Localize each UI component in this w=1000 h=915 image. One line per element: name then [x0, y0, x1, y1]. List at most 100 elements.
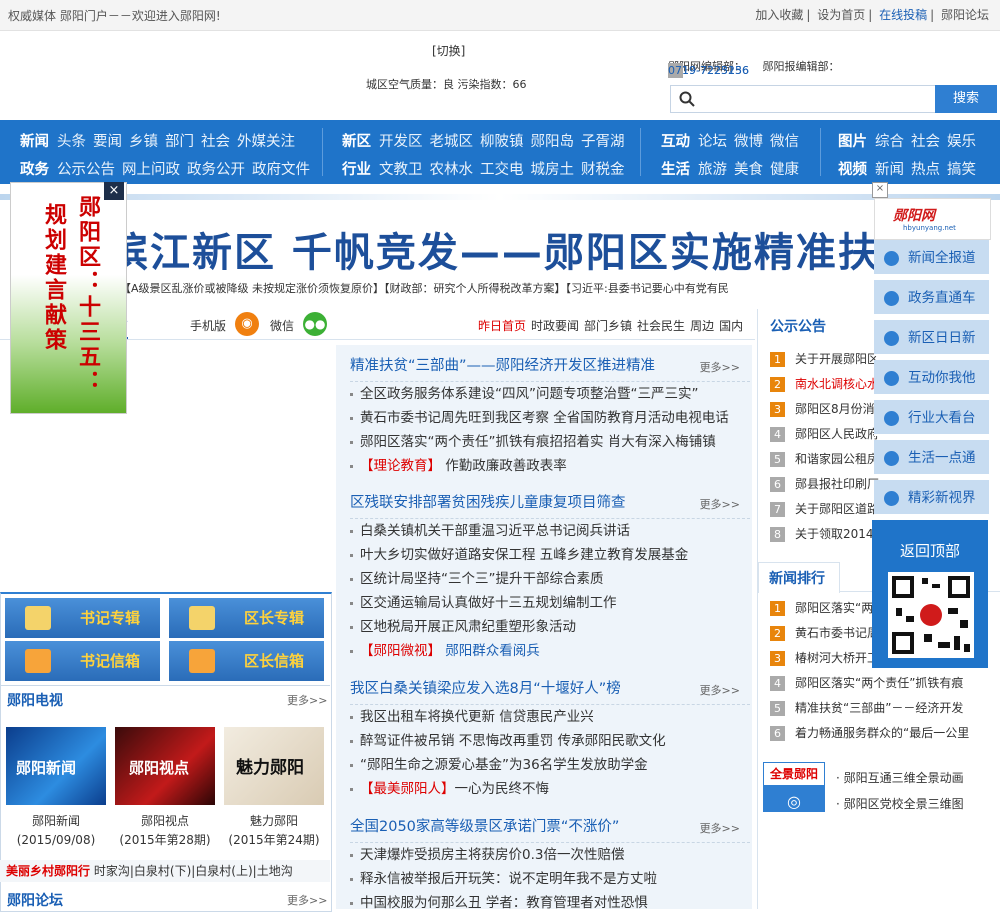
news-item[interactable]: 区统计局坚持“三个三”提升干部综合素质 [350, 567, 750, 591]
notice-item[interactable]: 7 关于郧阳区道路 [770, 497, 880, 522]
forum-link[interactable]: 郧阳论坛 [941, 8, 989, 22]
more-link[interactable]: 更多>> [700, 818, 740, 840]
news-headline[interactable]: 区残联安排部署贫困残疾儿童康复项目筛查 更多>> [350, 492, 750, 519]
nav-item[interactable]: 郧阳岛 [531, 134, 575, 150]
wechat-icon[interactable]: ●● [303, 312, 327, 336]
nav-item[interactable]: 外媒关注 [237, 134, 295, 150]
nav-head-interact[interactable]: 互动 [661, 134, 690, 150]
nav-item[interactable]: 政务公开 [187, 162, 245, 178]
float-item-gov[interactable]: 政务直通车 [874, 280, 989, 316]
tv-thumbnail-viewpoint[interactable]: 郧阳视点 [115, 727, 215, 805]
notice-item[interactable]: 5 和谐家园公租房 [770, 447, 880, 472]
tab-domestic[interactable]: 国内 [719, 319, 743, 333]
notice-item[interactable]: 3 郧阳区8月份消 [770, 397, 880, 422]
tab-politics[interactable]: 时政要闻 [531, 319, 579, 333]
notice-item[interactable]: 1 关于开展郧阳区 [770, 347, 880, 372]
nav-item[interactable]: 文教卫 [379, 162, 423, 178]
float-item-life[interactable]: 生活一点通 [874, 440, 989, 476]
village-links[interactable]: 时家沟|白泉村(下)|白泉村(上)|土地沟 [94, 864, 293, 878]
float-panel-close[interactable]: × [872, 182, 888, 198]
submit-article-link[interactable]: 在线投稿 [879, 8, 927, 22]
tv-thumbnail-charm[interactable]: 魅力郧阳 [224, 727, 324, 805]
news-headline[interactable]: 精准扶贫“三部曲”——郧阳经济开发区推进精准 更多>> [350, 355, 750, 382]
notice-item[interactable]: 4 郧阳区人民政府 [770, 422, 880, 447]
more-link[interactable]: 更多>> [700, 494, 740, 516]
news-item[interactable]: 全区政务服务体系建设“四风”问题专项整治暨“三严三实” [350, 382, 750, 406]
tv-caption[interactable]: 郧阳新闻 (2015/09/08) [1, 812, 111, 850]
news-item[interactable]: 区交通运输局认真做好十三五规划编制工作 [350, 591, 750, 615]
tv-caption[interactable]: 郧阳视点 (2015年第28期) [110, 812, 220, 850]
secretary-mailbox-button[interactable]: 书记信箱 [5, 641, 160, 681]
mobile-link[interactable]: 手机版 [190, 317, 226, 334]
nav-item[interactable]: 娱乐 [947, 134, 976, 150]
news-item[interactable]: 叶大乡切实做好道路安保工程 五峰乡建立教育发展基金 [350, 543, 750, 567]
nav-item[interactable]: 社会 [201, 134, 230, 150]
news-item[interactable]: 区地税局开展正风肃纪重塑形象活动 [350, 615, 750, 639]
nav-item[interactable]: 综合 [875, 134, 904, 150]
tv-title[interactable]: 郧阳电视 [7, 690, 63, 710]
nav-item[interactable]: 社会 [911, 134, 940, 150]
nav-item[interactable]: 网上问政 [122, 162, 180, 178]
notice-item[interactable]: 8 关于领取2014年 [770, 522, 880, 547]
search-button[interactable]: 搜索 [935, 85, 997, 113]
news-item[interactable]: 黄石市委书记周先旺到我区考察 全省国防教育月活动电视电话 [350, 406, 750, 430]
forum-more-link[interactable]: 更多>> [287, 892, 327, 908]
notice-item[interactable]: 2 南水北调核心水 [770, 372, 880, 397]
add-favorite-link[interactable]: 加入收藏 [755, 8, 803, 22]
nav-head-industry[interactable]: 行业 [342, 162, 371, 178]
village-title[interactable]: 美丽乡村郧阳行 [6, 864, 90, 878]
wechat-link[interactable]: 微信 [270, 317, 294, 334]
nav-item[interactable]: 头条 [57, 134, 86, 150]
tab-society[interactable]: 社会民生 [637, 319, 685, 333]
left-floating-ad[interactable]: 郧阳区：十三五： 规划建言献策 [10, 182, 127, 414]
tv-more-link[interactable]: 更多>> [287, 692, 327, 708]
nav-item[interactable]: 旅游 [698, 162, 727, 178]
float-item-video[interactable]: 精彩新视界 [874, 480, 989, 516]
news-item[interactable]: 中国校服为何那么丑 学者：教育管理者对性恐惧 [350, 891, 750, 915]
nav-head-photo[interactable]: 图片 [838, 134, 867, 150]
panorama-button[interactable]: 全景郧阳 ◎ [763, 762, 825, 812]
nav-item[interactable]: 公示公告 [57, 162, 115, 178]
nav-item[interactable]: 政府文件 [252, 162, 310, 178]
secretary-column-button[interactable]: 书记专辑 [5, 598, 160, 638]
nav-item[interactable]: 美食 [734, 162, 763, 178]
switch-link[interactable]: [切换] [432, 42, 465, 59]
search-input[interactable] [670, 85, 936, 113]
nav-item[interactable]: 老城区 [430, 134, 474, 150]
nav-item[interactable]: 柳陂镇 [480, 134, 524, 150]
nav-item[interactable]: 新闻 [875, 162, 904, 178]
float-item-newarea[interactable]: 新区日日新 [874, 320, 989, 356]
nav-item[interactable]: 农林水 [430, 162, 474, 178]
nav-head-video[interactable]: 视频 [838, 162, 867, 178]
news-item[interactable]: 郧阳区落实“两个责任”抓铁有痕招招着实 肖大有深入梅铺镇 [350, 430, 750, 454]
news-item[interactable]: “郧阳生命之源爱心基金”为36名学生发放助学金 [350, 753, 750, 777]
nav-item[interactable]: 城房土 [531, 162, 575, 178]
float-item-interact[interactable]: 互动你我他 [874, 360, 989, 396]
ranking-item[interactable]: 6 着力畅通服务群众的“最后一公里 [770, 721, 980, 746]
tab-nearby[interactable]: 周边 [690, 319, 714, 333]
forum-title[interactable]: 郧阳论坛 [7, 890, 63, 910]
news-item[interactable]: 天津爆炸受损房主将获房价0.3倍一次性赔偿 [350, 843, 750, 867]
ad-close-button[interactable]: × [104, 182, 124, 200]
news-item[interactable]: 【最美郧阳人】一心为民终不悔 [350, 777, 750, 801]
nav-item[interactable]: 热点 [911, 162, 940, 178]
nav-item[interactable]: 子胥湖 [581, 134, 625, 150]
nav-item[interactable]: 微博 [734, 134, 763, 150]
news-item[interactable]: 释永信被举报后开玩笑：说不定明年我不是方丈啦 [350, 867, 750, 891]
news-item[interactable]: 我区出租车将换代更新 信贷惠民产业兴 [350, 705, 750, 729]
site-logo[interactable]: 郧阳网 hbyunyang.net [874, 198, 991, 240]
mayor-mailbox-button[interactable]: 区长信箱 [169, 641, 324, 681]
float-item-industry[interactable]: 行业大看台 [874, 400, 989, 436]
nav-item[interactable]: 论坛 [698, 134, 727, 150]
news-item[interactable]: 【理论教育】 作勤政廉政善政表率 [350, 454, 750, 478]
mayor-column-button[interactable]: 区长专辑 [169, 598, 324, 638]
nav-item[interactable]: 财税金 [581, 162, 625, 178]
nav-item[interactable]: 搞笑 [947, 162, 976, 178]
news-item[interactable]: 【郧阳微视】 郧阳群众看阅兵 [350, 639, 750, 663]
nav-head-newarea[interactable]: 新区 [342, 134, 371, 150]
panorama-link[interactable]: · 郧阳区党校全景三维图 [836, 791, 964, 817]
nav-item[interactable]: 部门 [165, 134, 194, 150]
nav-head-news[interactable]: 新闻 [20, 134, 49, 150]
tv-thumbnail-news[interactable]: 郧阳新闻 [6, 727, 106, 805]
rss-icon[interactable]: ◉ [235, 312, 259, 336]
